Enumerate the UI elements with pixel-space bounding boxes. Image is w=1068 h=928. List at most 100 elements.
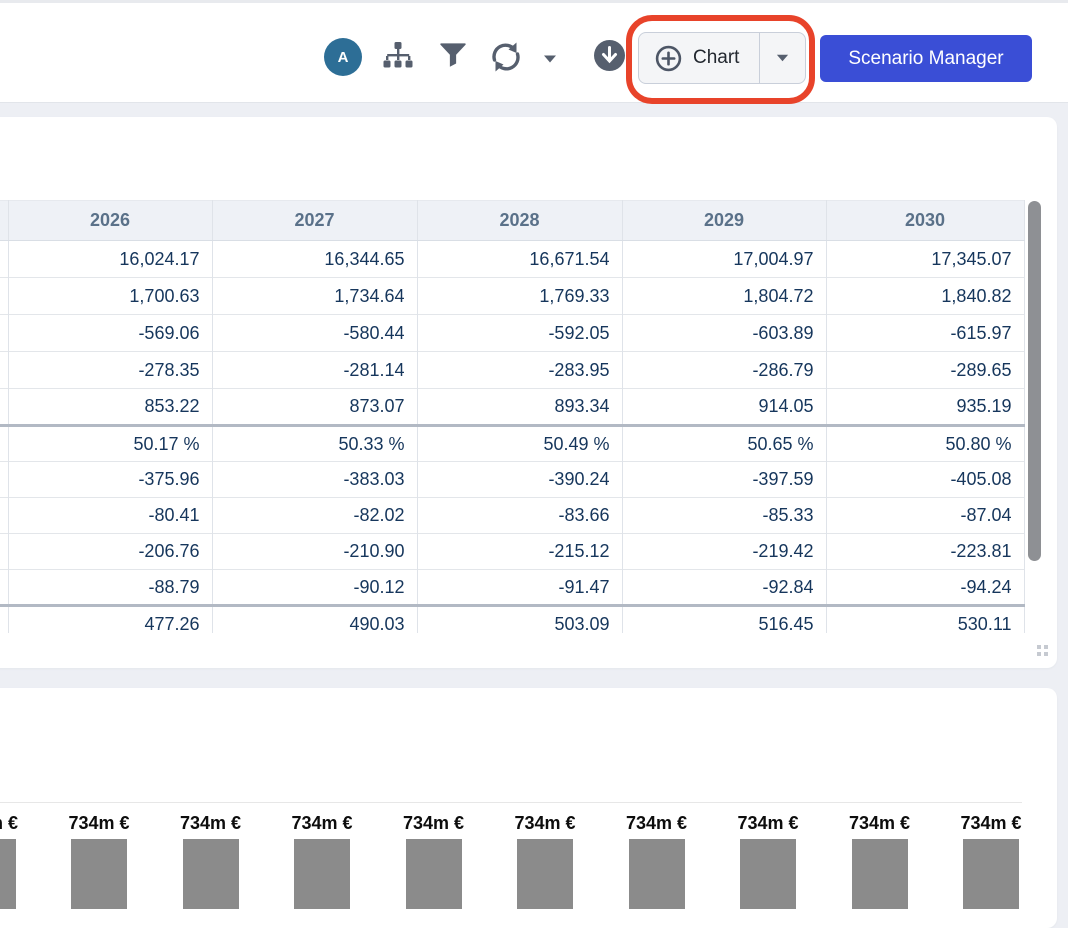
table-cell[interactable]: 935.19: [826, 389, 1024, 426]
bar: [294, 839, 350, 909]
table-cell[interactable]: -206.76: [8, 534, 212, 570]
table-cell[interactable]: -278.35: [8, 352, 212, 389]
year-column-header[interactable]: 2027: [212, 201, 417, 241]
table-cell[interactable]: -383.03: [212, 462, 417, 498]
table-cell[interactable]: -580.44: [212, 315, 417, 352]
bar-value-label: 734m €: [737, 812, 798, 834]
scenario-manager-button[interactable]: Scenario Manager: [820, 35, 1032, 82]
table-cell[interactable]: 50.33 %: [212, 426, 417, 462]
chart-button[interactable]: Chart: [638, 32, 806, 84]
table-cell[interactable]: 503.09: [417, 606, 622, 634]
table-row: -375.96-383.03-390.24-397.59-405.08: [0, 462, 1024, 498]
refresh-dropdown-caret-icon[interactable]: [542, 51, 558, 69]
bar: [517, 839, 573, 909]
frozen-column-sliver: [0, 278, 8, 315]
table-cell[interactable]: 16,671.54: [417, 241, 622, 278]
table-cell[interactable]: -210.90: [212, 534, 417, 570]
table-cell[interactable]: 530.11: [826, 606, 1024, 634]
table-cell[interactable]: -281.14: [212, 352, 417, 389]
year-column-header[interactable]: 2030: [826, 201, 1024, 241]
table-cell[interactable]: 17,004.97: [622, 241, 826, 278]
frozen-column-sliver: [0, 201, 8, 241]
table-cell[interactable]: -390.24: [417, 462, 622, 498]
table-row: 1,700.631,734.641,769.331,804.721,840.82: [0, 278, 1024, 315]
frozen-column-sliver: [0, 570, 8, 606]
bar-group: 734m €: [485, 812, 605, 909]
table-cell[interactable]: 516.45: [622, 606, 826, 634]
table-row: 16,024.1716,344.6516,671.5417,004.9717,3…: [0, 241, 1024, 278]
bar-group: 734m €: [820, 812, 940, 909]
table-cell[interactable]: 873.07: [212, 389, 417, 426]
table-cell[interactable]: -219.42: [622, 534, 826, 570]
table-vertical-scrollbar[interactable]: [1028, 201, 1041, 561]
data-table: 20262027202820292030 16,024.1716,344.651…: [0, 200, 1025, 633]
table-cell[interactable]: -286.79: [622, 352, 826, 389]
table-cell[interactable]: -90.12: [212, 570, 417, 606]
table-cell[interactable]: -569.06: [8, 315, 212, 352]
year-column-header[interactable]: 2026: [8, 201, 212, 241]
bar: [71, 839, 127, 909]
frozen-column-sliver: [0, 606, 8, 634]
table-cell[interactable]: -92.84: [622, 570, 826, 606]
table-cell[interactable]: -91.47: [417, 570, 622, 606]
table-header-row: 20262027202820292030: [0, 201, 1024, 241]
table-cell[interactable]: -289.65: [826, 352, 1024, 389]
bar-group: 734m €: [262, 812, 382, 909]
scenario-manager-label: Scenario Manager: [848, 48, 1003, 70]
avatar[interactable]: A: [324, 38, 362, 76]
table-cell[interactable]: -223.81: [826, 534, 1024, 570]
sitemap-icon[interactable]: [382, 39, 414, 76]
table-cell[interactable]: -592.05: [417, 315, 622, 352]
table-cell[interactable]: 50.17 %: [8, 426, 212, 462]
table-cell[interactable]: -87.04: [826, 498, 1024, 534]
table-cell[interactable]: -215.12: [417, 534, 622, 570]
table-cell[interactable]: 893.34: [417, 389, 622, 426]
bar: [852, 839, 908, 909]
filter-icon[interactable]: [438, 39, 468, 74]
table-cell[interactable]: 853.22: [8, 389, 212, 426]
table-cell[interactable]: 1,804.72: [622, 278, 826, 315]
table-row: 477.26490.03503.09516.45530.11: [0, 606, 1024, 634]
frozen-column-sliver: [0, 352, 8, 389]
table-cell[interactable]: -397.59: [622, 462, 826, 498]
table-cell[interactable]: -82.02: [212, 498, 417, 534]
chart-button-main[interactable]: Chart: [639, 33, 759, 83]
bar-value-label: 734m €: [403, 812, 464, 834]
table-cell[interactable]: 1,769.33: [417, 278, 622, 315]
table-cell[interactable]: 16,344.65: [212, 241, 417, 278]
bar: [406, 839, 462, 909]
table-cell[interactable]: -615.97: [826, 315, 1024, 352]
refresh-icon[interactable]: [487, 39, 525, 80]
table-cell[interactable]: 50.49 %: [417, 426, 622, 462]
table-cell[interactable]: 17,345.07: [826, 241, 1024, 278]
table-cell[interactable]: 1,734.64: [212, 278, 417, 315]
table-row: 853.22873.07893.34914.05935.19: [0, 389, 1024, 426]
table-cell[interactable]: -405.08: [826, 462, 1024, 498]
table-cell[interactable]: 477.26: [8, 606, 212, 634]
table-cell[interactable]: 490.03: [212, 606, 417, 634]
table-cell[interactable]: -83.66: [417, 498, 622, 534]
table-cell[interactable]: -88.79: [8, 570, 212, 606]
table-row: -206.76-210.90-215.12-219.42-223.81: [0, 534, 1024, 570]
table-cell[interactable]: 1,840.82: [826, 278, 1024, 315]
table-cell[interactable]: 914.05: [622, 389, 826, 426]
chart-dropdown-button[interactable]: [759, 33, 805, 83]
table-cell[interactable]: 50.80 %: [826, 426, 1024, 462]
year-column-header[interactable]: 2029: [622, 201, 826, 241]
table-row: -88.79-90.12-91.47-92.84-94.24: [0, 570, 1024, 606]
table-cell[interactable]: 1,700.63: [8, 278, 212, 315]
table-cell[interactable]: -80.41: [8, 498, 212, 534]
table-cell[interactable]: -375.96: [8, 462, 212, 498]
caret-down-icon: [775, 53, 790, 63]
card-resize-handle[interactable]: [1037, 645, 1049, 657]
table-cell[interactable]: 16,024.17: [8, 241, 212, 278]
table-cell[interactable]: -283.95: [417, 352, 622, 389]
table-cell[interactable]: -603.89: [622, 315, 826, 352]
table-cell[interactable]: -85.33: [622, 498, 826, 534]
table-cell[interactable]: 50.65 %: [622, 426, 826, 462]
table-row: -278.35-281.14-283.95-286.79-289.65: [0, 352, 1024, 389]
table-cell[interactable]: -94.24: [826, 570, 1024, 606]
year-column-header[interactable]: 2028: [417, 201, 622, 241]
bar-value-label: 734m €: [626, 812, 687, 834]
download-icon[interactable]: [593, 39, 626, 77]
